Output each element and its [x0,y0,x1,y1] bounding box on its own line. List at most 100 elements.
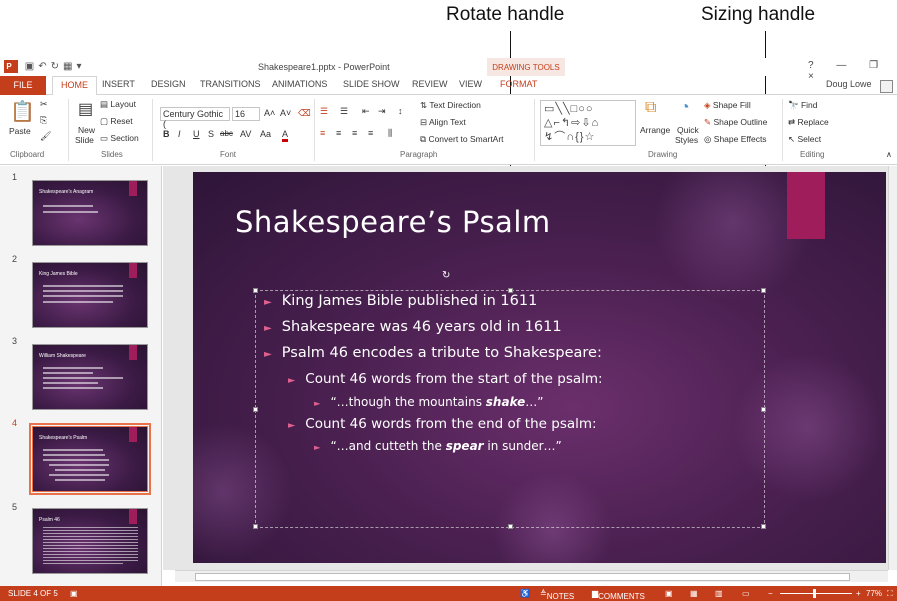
accessibility-icon[interactable]: ♿ [520,589,530,598]
zoom-in-icon[interactable]: + [856,589,861,598]
tab-view[interactable]: VIEW [459,79,482,89]
tab-review[interactable]: REVIEW [412,79,448,89]
bullets-icon[interactable]: ☰ [320,106,328,117]
content-placeholder[interactable]: ► King James Bible published in 1611 ► Sha… [253,288,766,529]
customize-qat-icon[interactable]: ▾ [76,61,85,72]
scroll-thumb[interactable] [195,573,850,581]
align-right-icon[interactable]: ≡ [352,128,357,138]
shapes-gallery[interactable]: ▭╲╲□○○ △⌐↰⇨⇩⌂ ↯⌒∩{}☆ [540,100,636,146]
avatar[interactable] [880,80,893,93]
zoom-slider-thumb[interactable] [813,589,816,598]
tab-slide-show[interactable]: SLIDE SHOW [343,79,400,89]
paste-icon[interactable]: 📋 [10,99,35,124]
underline-button[interactable]: U [193,129,200,139]
font-family-select[interactable]: Century Gothic ( [160,107,230,129]
arrange-button[interactable]: Arrange [640,125,670,135]
increase-indent-icon[interactable]: ⇥ [378,106,386,117]
new-slide-button[interactable]: New [78,125,95,135]
new-slide-button-label2[interactable]: Slide [75,135,94,145]
tab-file[interactable]: FILE [0,76,46,95]
reset-button[interactable]: ▢ Reset [100,116,133,127]
tab-transitions[interactable]: TRANSITIONS [200,79,261,89]
shrink-font-icon[interactable]: A˅ [280,108,291,118]
layout-button[interactable]: ▤ Layout [100,99,136,110]
paste-button[interactable]: Paste [9,126,31,136]
bullet-item[interactable]: ► Psalm 46 encodes a tribute to Shakespea… [264,345,602,361]
strikethrough-button[interactable]: abc [220,129,233,138]
italic-button[interactable]: I [178,129,181,139]
tab-insert[interactable]: INSERT [102,79,135,89]
char-spacing-button[interactable]: AV [240,129,251,139]
tab-animations[interactable]: ANIMATIONS [272,79,327,89]
zoom-slider[interactable] [780,593,852,594]
slide-show-icon[interactable]: ▭ [742,589,750,598]
center-icon[interactable]: ≡ [336,128,341,138]
sizing-handle-sw[interactable] [253,524,258,529]
zoom-level[interactable]: 77% [866,589,882,598]
sub-bullet-item[interactable]: ► Count 46 words from the start of the ps… [288,371,603,387]
align-left-icon[interactable]: ≡ [320,128,325,138]
align-text-button[interactable]: ⊟ Align Text [420,117,466,128]
slide-thumbnail-1[interactable]: Shakespeare's Anagram [32,180,148,246]
undo-icon[interactable]: ↶ [38,61,50,72]
sizing-handle-ne[interactable] [761,288,766,293]
shape-effects-button[interactable]: ◎ Shape Effects [704,134,767,145]
user-name[interactable]: Doug Lowe [826,79,872,89]
start-from-beginning-icon[interactable]: ▦ [63,61,76,72]
slide-sorter-icon[interactable]: ▦ [690,589,698,598]
select-button[interactable]: ↖ Select [788,134,821,145]
change-case-button[interactable]: Aa [260,129,271,139]
bold-button[interactable]: B [163,129,170,139]
columns-icon[interactable]: ⫼ [388,128,392,139]
spelling-icon[interactable]: ▣ [70,589,78,598]
slide-thumbnail-5[interactable]: Psalm 46 [32,508,148,574]
find-button[interactable]: 🔭 Find [788,100,818,111]
reading-view-icon[interactable]: ▥ [715,589,723,598]
sizing-handle-s[interactable] [508,524,513,529]
quote-bullet-item[interactable]: ► “…and cutteth the spear in sunder…” [314,439,562,453]
notes-button[interactable]: ≜ NOTES [540,589,574,601]
line-spacing-icon[interactable]: ↕ [398,106,403,116]
quick-styles-icon[interactable]: ◔ [680,99,690,117]
quote-bullet-item[interactable]: ► “…though the mountains shake…” [314,395,543,409]
fit-to-window-icon[interactable]: ⛶ [887,589,893,599]
save-icon[interactable]: ▣ [25,61,38,72]
new-slide-icon[interactable]: ▤ [78,99,93,119]
tab-format[interactable]: FORMAT [500,79,537,89]
tab-home[interactable]: HOME [52,76,97,96]
format-painter-icon[interactable]: 🖌 [40,131,51,142]
vertical-scrollbar[interactable] [888,166,897,570]
quick-access-toolbar[interactable]: P ▣↶↻▦▾ [4,60,86,73]
decrease-indent-icon[interactable]: ⇤ [362,106,370,117]
slide-canvas[interactable]: Shakespeare’s Psalm ↻ ► King James Bible … [193,172,886,563]
quick-styles-button-label2[interactable]: Styles [675,135,698,145]
replace-button[interactable]: ⇄ Replace [788,117,829,128]
help-icon[interactable]: ? [808,60,824,71]
slide-thumbnail-4[interactable]: Shakespeare's Psalm [29,423,151,495]
section-button[interactable]: ▭ Section [100,133,139,144]
slide-title[interactable]: Shakespeare’s Psalm [235,205,551,239]
sub-bullet-item[interactable]: ► Count 46 words from the end of the psal… [288,416,597,432]
collapse-ribbon-icon[interactable]: ∧ [886,150,892,159]
normal-view-icon[interactable]: ▣ [665,589,673,598]
justify-icon[interactable]: ≡ [368,128,373,138]
horizontal-scrollbar[interactable] [175,570,888,582]
text-shadow-button[interactable]: S [208,129,214,139]
cut-icon[interactable]: ✂ [40,99,48,110]
copy-icon[interactable]: ⎘ [40,115,47,126]
font-size-select[interactable]: 16 [232,107,260,121]
bullet-item[interactable]: ► King James Bible published in 1611 [264,293,537,309]
numbering-icon[interactable]: ☰ [340,106,348,117]
sizing-handle-e[interactable] [761,407,766,412]
redo-icon[interactable]: ↻ [51,61,63,72]
font-color-button[interactable]: A [282,129,289,142]
sizing-handle-nw[interactable] [253,288,258,293]
rotate-handle[interactable]: ↻ [442,271,452,281]
quick-styles-button[interactable]: Quick [677,125,699,135]
sizing-handle-se[interactable] [761,524,766,529]
convert-smartart-button[interactable]: ⧉ Convert to SmartArt [420,134,504,145]
text-direction-button[interactable]: ⇅ Text Direction [420,100,481,111]
slide-thumbnail-2[interactable]: King James Bible [32,262,148,328]
bullet-item[interactable]: ► Shakespeare was 46 years old in 1611 [264,319,562,335]
comments-button[interactable]: ▆ COMMENTS [592,589,645,601]
